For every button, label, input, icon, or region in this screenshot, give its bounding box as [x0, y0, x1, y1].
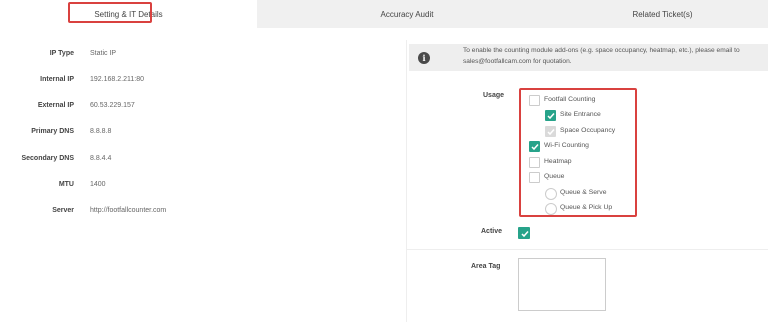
tab-related-tickets[interactable]: Related Ticket(s) — [557, 0, 768, 28]
tab-accuracy-audit[interactable]: Accuracy Audit — [257, 0, 557, 28]
active-checkbox[interactable] — [518, 227, 530, 239]
queue-pickup-label: Queue & Pick Up — [560, 204, 613, 211]
detail-label: IP Type — [49, 50, 74, 57]
usage-label: Usage — [483, 92, 505, 99]
detail-value: http://footfallcounter.com — [90, 207, 167, 214]
space-occupancy-checkbox[interactable] — [545, 126, 556, 137]
detail-value: 8.8.8.8 — [90, 128, 112, 135]
info-text-line1: To enable the counting module add-ons (e… — [463, 47, 740, 54]
area-tag-label: Area Tag — [471, 263, 501, 270]
usage-highlight-box — [519, 88, 637, 217]
detail-label: MTU — [58, 181, 74, 188]
heatmap-label: Heatmap — [544, 158, 572, 165]
tab-label: Related Ticket(s) — [632, 9, 693, 19]
info-icon: i — [418, 52, 430, 64]
tab-label: Accuracy Audit — [380, 9, 434, 19]
site-entrance-checkbox[interactable] — [545, 110, 556, 121]
detail-value: 1400 — [90, 181, 106, 188]
wifi-counting-label: Wi-Fi Counting — [544, 142, 589, 149]
check-icon — [547, 129, 555, 136]
active-tab-highlight — [68, 2, 152, 23]
detail-value: Static IP — [90, 50, 117, 57]
detail-label: Internal IP — [40, 76, 74, 83]
queue-pickup-radio[interactable] — [545, 203, 557, 215]
heatmap-checkbox[interactable] — [529, 157, 540, 168]
active-label: Active — [481, 228, 503, 235]
check-icon — [531, 144, 539, 151]
detail-value: 192.168.2.211:80 — [90, 76, 144, 83]
info-text-line2: sales@footfallcam.com for quotation. — [463, 58, 572, 65]
detail-label: Server — [52, 207, 74, 214]
detail-label: Secondary DNS — [21, 155, 74, 162]
footfall-counting-label: Footfall Counting — [544, 96, 596, 103]
detail-label: Primary DNS — [31, 128, 74, 135]
queue-serve-radio[interactable] — [545, 188, 557, 200]
detail-value: 8.8.4.4 — [90, 155, 112, 162]
detail-label: External IP — [37, 102, 74, 109]
site-entrance-label: Site Entrance — [560, 111, 601, 118]
footfall-counting-checkbox[interactable] — [529, 95, 540, 106]
space-occupancy-label: Space Occupancy — [560, 127, 616, 134]
detail-value: 60.53.229.157 — [90, 102, 135, 109]
queue-label: Queue — [544, 173, 565, 180]
tab-bar: Setting & IT Details Accuracy Audit Rela… — [0, 0, 768, 28]
queue-checkbox[interactable] — [529, 172, 540, 183]
info-text: To enable the counting module add-ons (e… — [463, 45, 768, 67]
area-tag-input[interactable] — [518, 258, 606, 311]
check-icon — [547, 113, 555, 120]
check-icon — [520, 230, 529, 237]
wifi-counting-checkbox[interactable] — [529, 141, 540, 152]
divider — [406, 249, 768, 250]
queue-serve-label: Queue & Serve — [560, 189, 607, 196]
